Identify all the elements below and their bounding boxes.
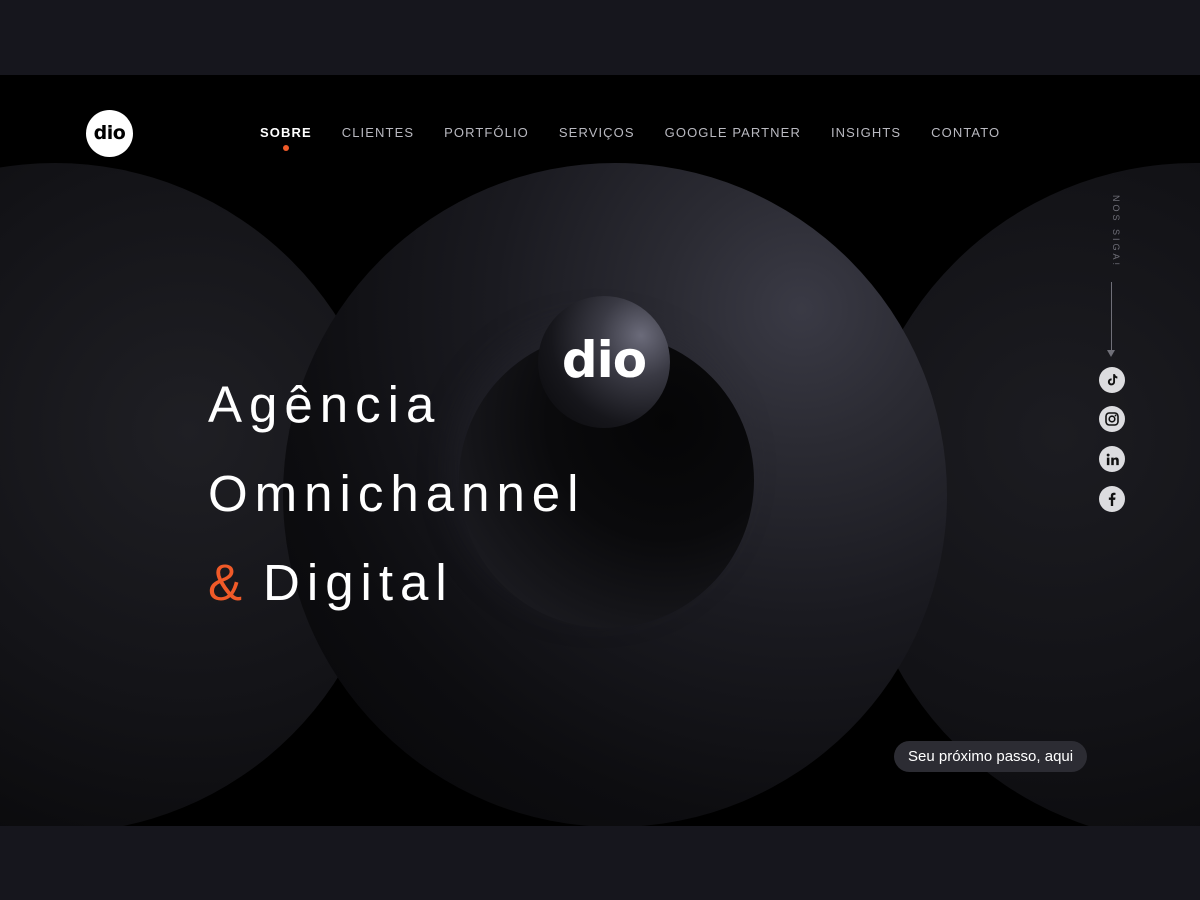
follow-divider	[1111, 282, 1112, 350]
headline-line-3: & Digital	[208, 538, 586, 627]
linkedin-icon[interactable]	[1099, 446, 1125, 472]
next-step-button[interactable]: Seu próximo passo, aqui	[894, 741, 1088, 772]
nav-item-portfolio[interactable]: PORTFÓLIO	[444, 125, 529, 145]
nav-item-sobre[interactable]: SOBRE	[260, 125, 312, 151]
headline-line-1: Agência	[208, 376, 442, 433]
brand-logo[interactable]: dio	[86, 110, 133, 157]
tiktok-icon[interactable]	[1099, 367, 1125, 393]
nav-item-insights[interactable]: INSIGHTS	[831, 125, 901, 145]
instagram-icon[interactable]	[1099, 406, 1125, 432]
brand-logo-text: dio	[93, 121, 126, 144]
headline-ampersand: &	[208, 554, 250, 611]
headline-line-3-text: Digital	[263, 554, 454, 611]
headline-line-2: Omnichannel	[208, 465, 586, 522]
facebook-icon[interactable]	[1099, 486, 1125, 512]
follow-label: NOS SIGA!	[1111, 195, 1121, 269]
nav-item-contato[interactable]: CONTATO	[931, 125, 1000, 145]
hero-headline: Agência Omnichannel & Digital	[208, 360, 586, 627]
nav-item-clientes[interactable]: CLIENTES	[342, 125, 414, 145]
nav-item-google-partner[interactable]: GOOGLE PARTNER	[665, 125, 801, 145]
nav-item-servicos[interactable]: SERVIÇOS	[559, 125, 635, 145]
hero-section: dio dio SOBRE CLIENTES PORTFÓLIO SERVIÇO…	[0, 75, 1200, 826]
main-nav: SOBRE CLIENTES PORTFÓLIO SERVIÇOS GOOGLE…	[260, 125, 1030, 151]
follow-arrow-icon	[1107, 350, 1115, 357]
